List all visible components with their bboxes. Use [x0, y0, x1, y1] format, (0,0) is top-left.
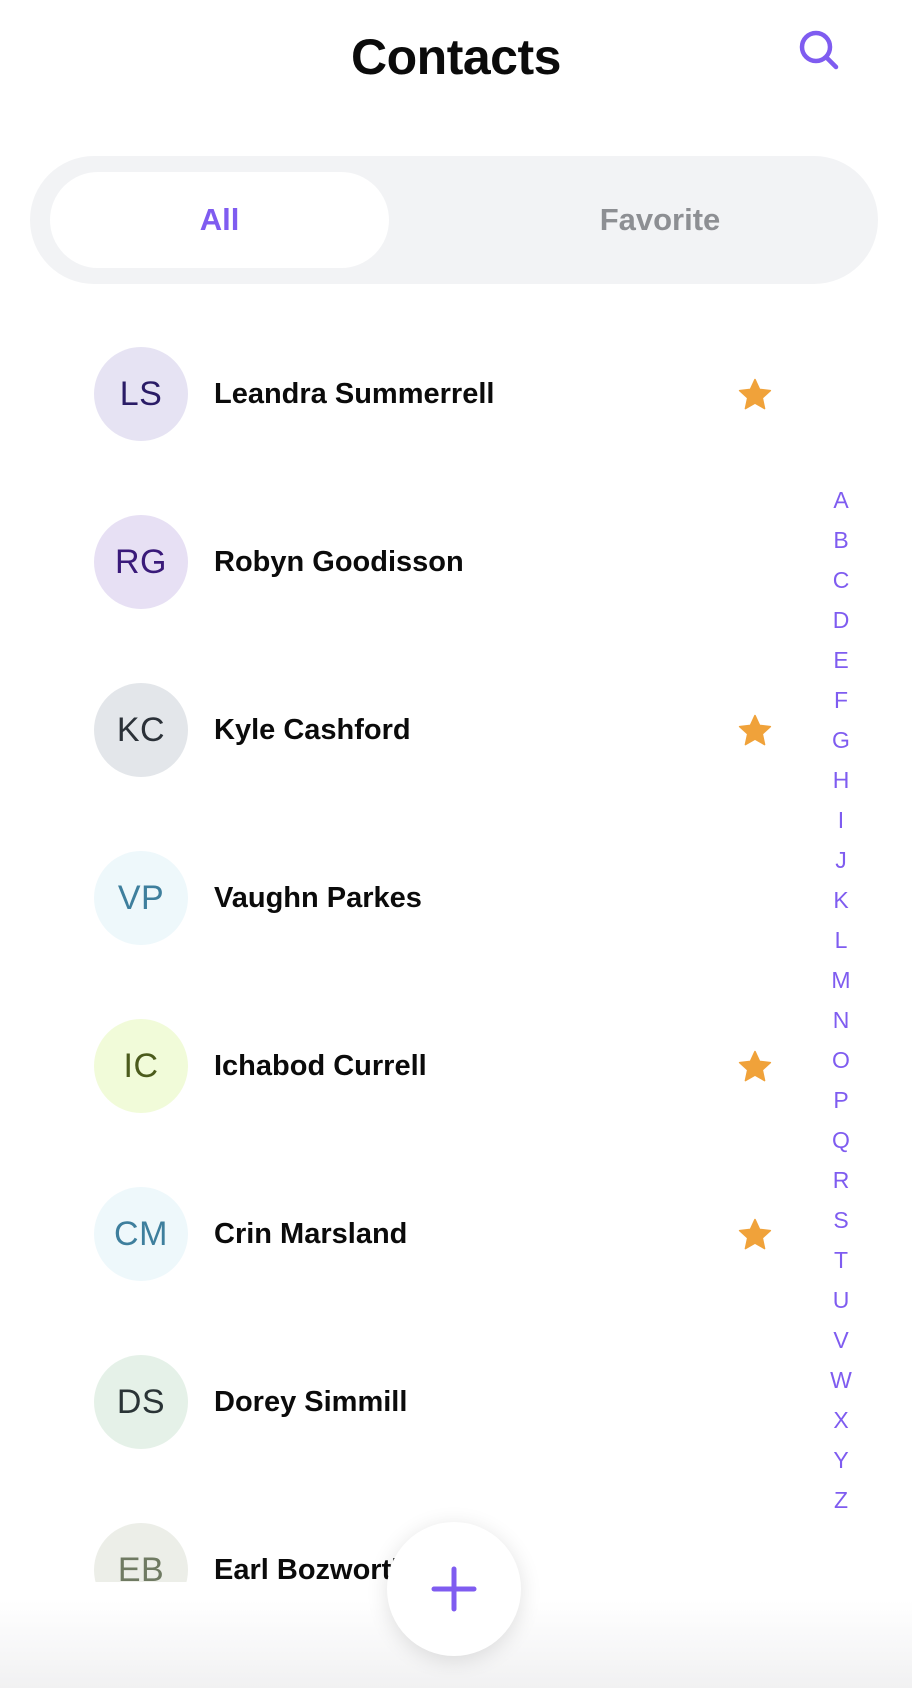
alphabet-letter[interactable]: U	[820, 1280, 862, 1320]
alphabet-letter[interactable]: Y	[820, 1440, 862, 1480]
alphabet-letter[interactable]: P	[820, 1080, 862, 1120]
avatar: EB	[94, 1523, 188, 1582]
contact-row[interactable]: CM Crin Marsland	[0, 1150, 800, 1318]
contact-row[interactable]: RG Robyn Goodisson	[0, 478, 800, 646]
alphabet-letter[interactable]: F	[820, 680, 862, 720]
search-icon	[799, 30, 839, 70]
alphabet-letter[interactable]: I	[820, 800, 862, 840]
alphabet-letter[interactable]: J	[820, 840, 862, 880]
alphabet-letter[interactable]: L	[820, 920, 862, 960]
tab-switcher: All Favorite	[30, 156, 878, 284]
alphabet-letter[interactable]: Z	[820, 1480, 862, 1520]
contact-name: Earl Bozworth	[214, 1554, 409, 1582]
alphabet-letter[interactable]: V	[820, 1320, 862, 1360]
alphabet-letter[interactable]: B	[820, 520, 862, 560]
alphabet-letter[interactable]: X	[820, 1400, 862, 1440]
contact-row[interactable]: VP Vaughn Parkes	[0, 814, 800, 982]
tab-favorite[interactable]: Favorite	[470, 172, 850, 268]
contact-row[interactable]: LS Leandra Summerrell	[0, 310, 800, 478]
alphabet-letter[interactable]: M	[820, 960, 862, 1000]
alphabet-letter[interactable]: T	[820, 1240, 862, 1280]
alphabet-letter[interactable]: K	[820, 880, 862, 920]
alphabet-letter[interactable]: C	[820, 560, 862, 600]
avatar: CM	[94, 1187, 188, 1281]
avatar: RG	[94, 515, 188, 609]
star-icon[interactable]	[738, 714, 772, 747]
contact-row[interactable]: DS Dorey Simmill	[0, 1318, 800, 1486]
contact-name: Dorey Simmill	[214, 1386, 408, 1418]
header: Contacts	[0, 0, 912, 130]
contact-name: Ichabod Currell	[214, 1050, 427, 1082]
contact-row[interactable]: KC Kyle Cashford	[0, 646, 800, 814]
contact-name: Leandra Summerrell	[214, 378, 495, 410]
contact-name: Vaughn Parkes	[214, 882, 422, 914]
contact-name: Crin Marsland	[214, 1218, 408, 1250]
avatar: LS	[94, 347, 188, 441]
avatar: DS	[94, 1355, 188, 1449]
star-icon[interactable]	[738, 1050, 772, 1083]
alphabet-letter[interactable]: D	[820, 600, 862, 640]
alphabet-letter[interactable]: H	[820, 760, 862, 800]
alphabet-letter[interactable]: Q	[820, 1120, 862, 1160]
alphabet-letter[interactable]: A	[820, 480, 862, 520]
contact-name: Robyn Goodisson	[214, 546, 464, 578]
alphabet-index: ABCDEFGHIJKLMNOPQRSTUVWXYZ	[820, 480, 862, 1520]
avatar: VP	[94, 851, 188, 945]
avatar: IC	[94, 1019, 188, 1113]
alphabet-letter[interactable]: R	[820, 1160, 862, 1200]
contact-row[interactable]: IC Ichabod Currell	[0, 982, 800, 1150]
tab-all[interactable]: All	[50, 172, 389, 268]
plus-icon	[431, 1566, 477, 1612]
contact-name: Kyle Cashford	[214, 714, 411, 746]
alphabet-letter[interactable]: O	[820, 1040, 862, 1080]
alphabet-letter[interactable]: N	[820, 1000, 862, 1040]
contact-list: LS Leandra Summerrell RG Robyn Goodisson KC K…	[0, 310, 912, 1582]
alphabet-letter[interactable]: S	[820, 1200, 862, 1240]
star-icon[interactable]	[738, 378, 772, 411]
page-title: Contacts	[351, 29, 561, 85]
alphabet-letter[interactable]: E	[820, 640, 862, 680]
add-contact-button[interactable]	[387, 1522, 521, 1656]
avatar: KC	[94, 683, 188, 777]
alphabet-letter[interactable]: G	[820, 720, 862, 760]
search-button[interactable]	[791, 22, 847, 78]
alphabet-letter[interactable]: W	[820, 1360, 862, 1400]
star-icon[interactable]	[738, 1218, 772, 1251]
